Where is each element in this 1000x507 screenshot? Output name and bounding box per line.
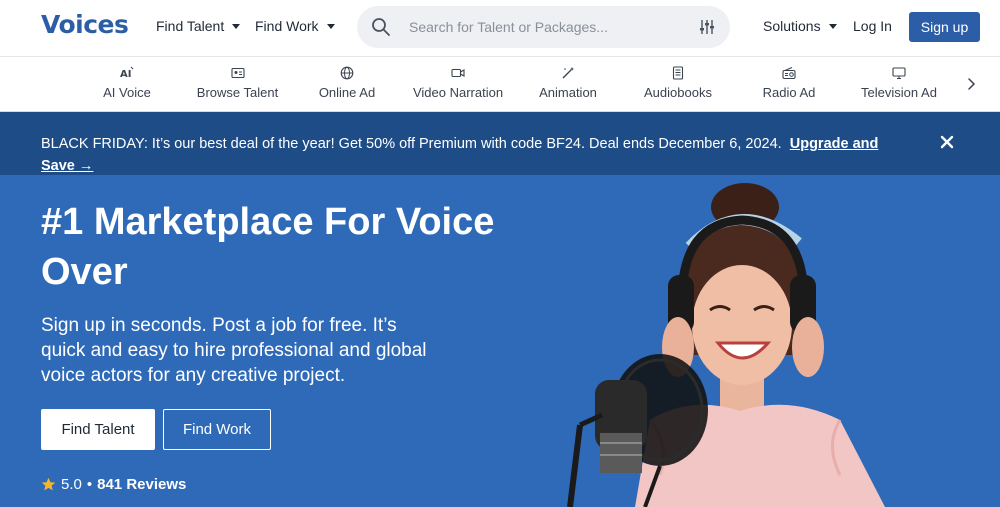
find-work-button[interactable]: Find Work	[163, 409, 271, 450]
category-label: Animation	[539, 85, 597, 100]
chevron-down-icon	[828, 23, 837, 29]
promo-banner: BLACK FRIDAY: It’s our best deal of the …	[0, 112, 1000, 175]
reviews-count: 841 Reviews	[97, 476, 187, 493]
promo-text: BLACK FRIDAY: It’s our best deal of the …	[41, 136, 782, 152]
hero-title: #1 Marketplace For Voice Over	[41, 201, 495, 293]
signup-button[interactable]: Sign up	[909, 12, 980, 42]
find-talent-menu-label: Find Talent	[156, 18, 225, 34]
star-icon	[41, 477, 56, 491]
find-talent-button[interactable]: Find Talent	[41, 409, 155, 450]
chevron-right-icon[interactable]	[964, 77, 978, 91]
svg-text:AI: AI	[120, 69, 131, 80]
category-television-ad[interactable]: Television Ad	[856, 66, 942, 100]
category-label: Browse Talent	[196, 85, 279, 100]
promo-message: BLACK FRIDAY: It’s our best deal of the …	[41, 133, 901, 177]
search-icon[interactable]	[371, 17, 391, 37]
id-card-icon	[230, 67, 245, 79]
video-camera-icon	[451, 68, 465, 78]
chevron-down-icon	[232, 23, 241, 29]
globe-icon	[340, 66, 354, 80]
ai-icon: AI	[120, 66, 134, 80]
search-bar	[357, 6, 730, 48]
top-header: Voices Find Talent Find Work Solutions L…	[0, 0, 1000, 57]
rating-separator: •	[86, 476, 93, 493]
book-icon	[672, 66, 684, 80]
close-icon[interactable]	[940, 135, 954, 149]
category-browse-talent[interactable]: Browse Talent	[190, 66, 285, 100]
category-radio-ad[interactable]: Radio Ad	[758, 66, 820, 100]
category-label: Audiobooks	[644, 85, 712, 100]
find-work-menu[interactable]: Find Work	[255, 18, 335, 34]
magic-wand-icon	[562, 67, 574, 79]
radio-icon	[782, 67, 796, 80]
rating-summary[interactable]: 5.0 • 841 Reviews	[41, 476, 186, 493]
hero-voice-actor-image	[567, 183, 885, 507]
category-audiobooks[interactable]: Audiobooks	[640, 66, 716, 100]
category-animation[interactable]: Animation	[534, 66, 602, 100]
monitor-icon	[892, 67, 906, 80]
filter-sliders-icon[interactable]	[699, 18, 715, 36]
category-label: Video Narration	[412, 85, 504, 100]
category-online-ad[interactable]: Online Ad	[313, 66, 381, 100]
rating-value: 5.0	[61, 476, 82, 493]
solutions-menu[interactable]: Solutions	[763, 18, 837, 34]
find-work-menu-label: Find Work	[255, 18, 319, 34]
category-video-narration[interactable]: Video Narration	[408, 66, 508, 100]
category-bar: AI AI Voice Browse Talent Online Ad Vide…	[0, 57, 1000, 112]
category-label: Online Ad	[318, 85, 376, 100]
category-label: Television Ad	[861, 85, 937, 100]
category-ai-voice[interactable]: AI AI Voice	[92, 66, 162, 100]
category-label: Radio Ad	[762, 85, 816, 100]
find-talent-menu[interactable]: Find Talent	[156, 18, 241, 34]
login-link[interactable]: Log In	[853, 18, 892, 34]
hero-subtitle: Sign up in seconds. Post a job for free.…	[41, 315, 427, 386]
chevron-down-icon	[326, 23, 335, 29]
voices-logo[interactable]: Voices	[41, 10, 129, 39]
search-input[interactable]	[409, 17, 689, 37]
hero-section: #1 Marketplace For Voice Over Sign up in…	[0, 175, 1000, 507]
category-label: AI Voice	[103, 85, 151, 100]
solutions-menu-label: Solutions	[763, 18, 821, 34]
